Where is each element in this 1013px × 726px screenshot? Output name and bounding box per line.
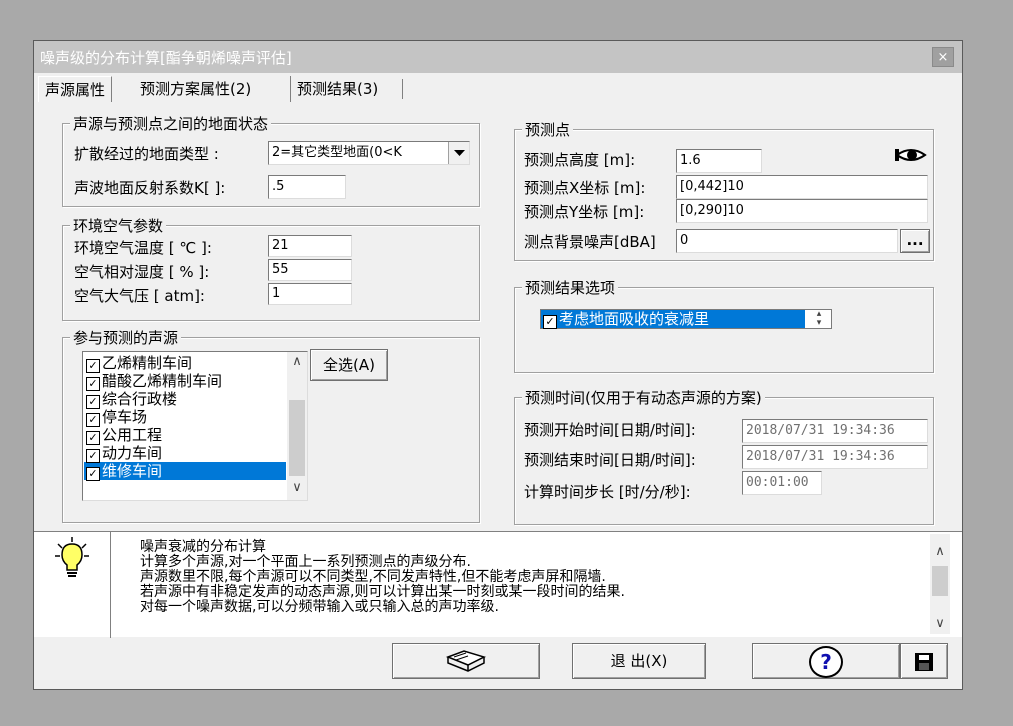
scroll-thumb[interactable] <box>289 400 305 476</box>
point-height-input[interactable]: 1.6 <box>676 149 762 173</box>
point-group-title: 预测点 <box>522 119 574 140</box>
title-bar[interactable]: 噪声级的分布计算[酯争朝烯噪声评估] × <box>34 41 962 73</box>
scroll-down-icon[interactable]: ∨ <box>287 480 307 495</box>
ground-type-value: 2=其它类型地面(0<K <box>272 145 402 160</box>
dialog-window: 噪声级的分布计算[酯争朝烯噪声评估] × 声源属性 预测方案属性(2) 预测结果… <box>33 40 963 690</box>
end-time-label: 预测结束时间[日期/时间]: <box>524 451 696 469</box>
help-panel: 噪声衰减的分布计算 计算多个声源,对一个平面上一系列预测点的声级分布. 声源数里… <box>34 531 962 638</box>
close-button[interactable]: × <box>932 47 954 67</box>
checkbox[interactable]: ✓ <box>86 467 100 481</box>
scroll-up-icon[interactable]: ∧ <box>930 544 950 559</box>
temperature-label: 环境空气温度 [ ℃ ]: <box>74 239 212 257</box>
help-line: 噪声衰减的分布计算 <box>140 539 266 555</box>
scroll-thumb[interactable] <box>932 566 948 596</box>
help-scrollbar[interactable]: ∧ ∨ <box>930 534 950 634</box>
start-time-input[interactable]: 2018/07/31 19:34:36 <box>742 419 928 443</box>
list-item[interactable]: ✓ 综合行政楼 <box>84 390 286 409</box>
point-height-label: 预测点高度 [m]: <box>524 151 636 169</box>
chevron-down-icon <box>454 150 465 156</box>
air-group-title: 环境空气参数 <box>70 215 167 236</box>
ground-type-dropdown-button[interactable] <box>448 142 469 164</box>
help-button[interactable]: ? <box>752 643 900 679</box>
select-all-button[interactable]: 全选(A) <box>310 349 388 381</box>
tab-results[interactable]: 预测结果(3) <box>290 76 384 102</box>
checkbox[interactable]: ✓ <box>86 377 100 391</box>
help-icon: ? <box>809 646 843 678</box>
help-line: 对每一个噪声数据,可以分频带输入或只输入总的声功率级. <box>140 599 499 615</box>
help-line: 若声源中有非稳定发声的动态声源,则可以计算出某一时刻或某一段时间的结果. <box>140 584 625 600</box>
scroll-up-icon[interactable]: ∧ <box>287 354 307 369</box>
ground-type-select[interactable]: 2=其它类型地面(0<K <box>268 141 470 165</box>
end-time-input[interactable]: 2018/07/31 19:34:36 <box>742 445 928 469</box>
list-item-selected[interactable]: ✓ 维修车间 <box>84 462 286 481</box>
scroll-down-icon[interactable]: ∨ <box>930 616 950 631</box>
ground-type-label: 扩散经过的地面类型 : <box>74 145 219 163</box>
reflection-k-label: 声波地面反射系数K[ ]: <box>74 179 226 197</box>
exit-button[interactable]: 退 出(X) <box>572 643 706 679</box>
list-item[interactable]: ✓ 乙烯精制车间 <box>84 354 286 373</box>
list-item[interactable]: ✓ 公用工程 <box>84 426 286 445</box>
source-list[interactable]: ✓ 乙烯精制车间 ✓ 醋酸乙烯精制车间 ✓ 综合行政楼 ✓ 停车场 ✓ 公用工程 ✓ 动力车… <box>82 351 308 501</box>
humidity-label: 空气相对湿度 [ % ]: <box>74 263 210 281</box>
background-noise-input[interactable]: 0 <box>676 229 898 253</box>
checkbox[interactable]: ✓ <box>86 413 100 427</box>
floppy-disk-icon <box>915 653 933 671</box>
tab-source-properties[interactable]: 声源属性 <box>38 76 113 102</box>
tab-scheme-properties[interactable]: 预测方案属性(2) <box>134 76 257 102</box>
time-group-title: 预测时间(仅用于有动态声源的方案) <box>522 387 765 408</box>
point-x-label: 预测点X坐标 [m]: <box>524 179 646 197</box>
list-item-selected[interactable]: ✓ 考虑地面吸收的衰减里 <box>541 310 805 329</box>
list-item[interactable]: ✓ 醋酸乙烯精制车间 <box>84 372 286 391</box>
help-divider <box>110 532 111 638</box>
help-line: 声源数里不限,每个声源可以不同类型,不同发声特性,但不能考虑声屏和隔墙. <box>140 569 606 585</box>
result-options-group-title: 预测结果选项 <box>522 277 619 298</box>
result-options-group <box>514 287 934 373</box>
time-step-input[interactable]: 00:01:00 <box>742 471 822 495</box>
checkbox[interactable]: ✓ <box>86 359 100 373</box>
point-y-label: 预测点Y坐标 [m]: <box>524 203 645 221</box>
list-item[interactable]: ✓ 动力车间 <box>84 444 286 463</box>
more-options-button[interactable]: ... <box>900 229 930 253</box>
checkbox[interactable]: ✓ <box>86 395 100 409</box>
temperature-input[interactable]: 21 <box>268 235 352 257</box>
time-step-label: 计算时间步长 [时/分/秒]: <box>524 483 691 501</box>
start-time-label: 预测开始时间[日期/时间]: <box>524 421 696 439</box>
reflection-k-input[interactable]: .5 <box>268 175 346 199</box>
checkbox[interactable]: ✓ <box>86 449 100 463</box>
spinner-arrows-icon[interactable]: ▴ ▾ <box>807 310 831 328</box>
humidity-input[interactable]: 55 <box>268 259 352 281</box>
eye-icon[interactable] <box>894 145 928 165</box>
tab-separator <box>402 79 403 99</box>
checkbox[interactable]: ✓ <box>543 315 557 329</box>
ground-group-title: 声源与预测点之间的地面状态 <box>70 113 272 134</box>
list-item[interactable]: ✓ 停车场 <box>84 408 286 427</box>
window-title: 噪声级的分布计算[酯争朝烯噪声评估] <box>40 49 292 67</box>
pressure-label: 空气大气压 [ atm]: <box>74 287 205 305</box>
pressure-input[interactable]: 1 <box>268 283 352 305</box>
point-y-input[interactable]: [0,290]10 <box>676 199 928 223</box>
open-book-icon <box>445 650 487 672</box>
save-button[interactable] <box>900 643 948 679</box>
checkbox[interactable]: ✓ <box>86 431 100 445</box>
point-x-input[interactable]: [0,442]10 <box>676 175 928 199</box>
source-list-scrollbar[interactable]: ∧ ∨ <box>287 352 307 500</box>
help-line: 计算多个声源,对一个平面上一系列预测点的声级分布. <box>140 554 471 570</box>
background-noise-label: 测点背景噪声[dBA] <box>524 233 656 251</box>
result-option-list[interactable]: ✓ 考虑地面吸收的衰减里 ▴ ▾ <box>540 309 832 329</box>
manual-button[interactable] <box>392 643 540 679</box>
lightbulb-icon <box>54 536 90 578</box>
sources-group-title: 参与预测的声源 <box>70 327 182 348</box>
